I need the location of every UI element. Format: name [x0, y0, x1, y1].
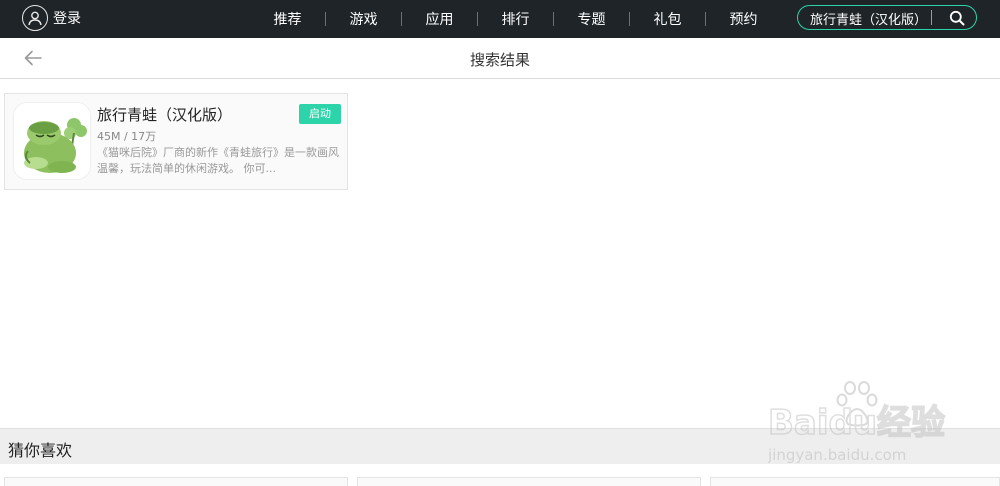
app-meta: 45M / 17万	[97, 130, 157, 143]
page-title: 搜索结果	[469, 51, 530, 69]
baidu-watermark: Baidu经验 jingyan.baidu.com	[767, 378, 978, 468]
nav-apps[interactable]: 应用	[402, 9, 477, 29]
page-header: 搜索结果	[0, 38, 1000, 79]
nav-topics[interactable]: 专题	[554, 9, 629, 29]
app-name[interactable]: 旅行青蛙（汉化版）	[97, 104, 232, 125]
recommend-card[interactable]	[357, 477, 701, 486]
search-icon	[949, 10, 965, 25]
nav-ranking[interactable]: 排行	[478, 9, 553, 29]
baidu-paw-icon: Baidu经验 jingyan.baidu.com	[767, 381, 946, 464]
search-caret	[931, 10, 932, 25]
top-navigation-bar: 登录 推荐 游戏 应用 排行 专题 礼包 预约 旅行青蛙（汉化版）	[0, 0, 1000, 38]
app-description: 《猫咪后院》厂商的新作《青蛙旅行》是一款画风温馨，玩法简单的休闲游戏。 你可..…	[97, 146, 339, 175]
user-icon	[22, 5, 48, 31]
watermark-url: jingyan.baidu.com	[768, 446, 906, 464]
launch-button[interactable]: 启动	[299, 104, 341, 124]
search-result-card[interactable]: 旅行青蛙（汉化版） 45M / 17万 《猫咪后院》厂商的新作《青蛙旅行》是一款…	[4, 93, 348, 190]
search-box[interactable]: 旅行青蛙（汉化版）	[797, 5, 977, 30]
search-button[interactable]	[946, 8, 968, 27]
recommend-cards	[0, 477, 1000, 486]
watermark-brand: Baidu经验	[768, 403, 945, 443]
frog-icon	[14, 103, 90, 179]
main-nav: 推荐 游戏 应用 排行 专题 礼包 预约	[250, 0, 781, 38]
login-button[interactable]: 登录	[22, 5, 81, 31]
recommend-card[interactable]	[710, 477, 1000, 486]
nav-reservations[interactable]: 预约	[706, 9, 781, 29]
nav-gifts[interactable]: 礼包	[630, 9, 705, 29]
recommend-title: 猜你喜欢	[8, 441, 73, 460]
nav-games[interactable]: 游戏	[326, 9, 401, 29]
login-label: 登录	[53, 11, 81, 27]
recommend-card[interactable]	[4, 477, 348, 486]
app-icon	[13, 102, 91, 180]
search-input[interactable]: 旅行青蛙（汉化版）	[810, 9, 927, 28]
nav-recommend[interactable]: 推荐	[250, 9, 325, 29]
